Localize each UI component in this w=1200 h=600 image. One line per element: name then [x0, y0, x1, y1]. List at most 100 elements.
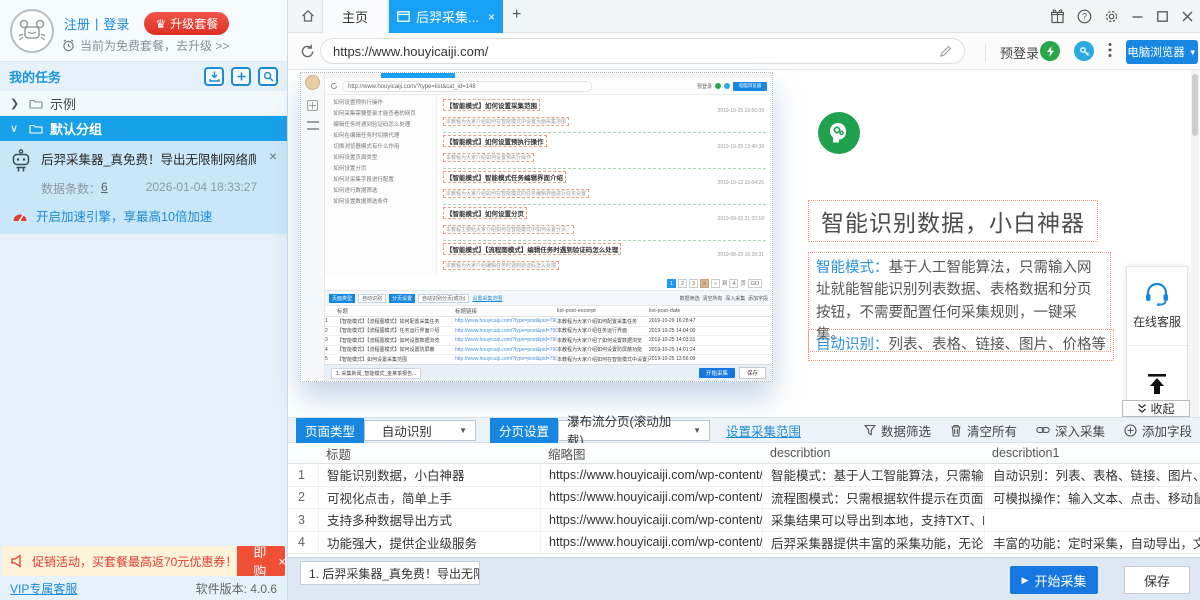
preview-save-button[interactable]: 保存	[739, 367, 766, 379]
close-window-icon[interactable]	[1181, 10, 1194, 23]
table-row[interactable]: 4 功能强大，提供企业级服务 https://www.houyicaiji.co…	[288, 532, 1200, 555]
chevron-right-icon[interactable]: ❯	[10, 97, 22, 110]
range-link[interactable]: 设置采集范围	[472, 295, 502, 302]
help-icon[interactable]: ?	[1077, 9, 1092, 24]
cell-description1[interactable]: 丰富的功能：定时采集，自动导出，文件下载...	[984, 532, 1200, 554]
maximize-icon[interactable]	[1156, 10, 1169, 23]
cell-description1[interactable]: 可模拟操作：输入文本、点击、移动鼠标、下...	[984, 487, 1200, 509]
table-row[interactable]: 1 智能识别数据，小白神器 https://www.houyicaiji.com…	[288, 464, 1200, 487]
article-title[interactable]: 【智能模式】智能模式任务编辑界面介绍	[443, 171, 566, 183]
table-row[interactable]: 2 可视化点击，简单上手 https://www.houyicaiji.com/…	[288, 487, 1200, 510]
menu-item[interactable]: 如何设置页面类型	[330, 155, 431, 163]
webpage-preview-screenshot[interactable]: http://www.houyicaiji.com/?type=list&cat…	[300, 72, 773, 382]
plan-notice[interactable]: 当前为免费套餐，去升级 >>	[62, 37, 229, 54]
cell-description[interactable]: 流程图模式：只需根据软件提示在页面中进行...	[762, 487, 984, 509]
data-filter-button[interactable]: 数据筛选	[864, 421, 931, 440]
set-range-link[interactable]: 设置采集范围	[726, 421, 801, 440]
task-tab[interactable]: 1. 后羿采集器_真免费！导出无限...	[300, 561, 480, 585]
tab-close-icon[interactable]: ×	[488, 10, 495, 24]
article-item[interactable]: 【智能模式】如何设置预执行操作 本教程为大家介绍如何设置预执行操作 2019-1…	[443, 133, 766, 169]
new-task-button[interactable]	[231, 67, 251, 86]
cell-thumb[interactable]: https://www.houyicaiji.com/wp-content/th…	[540, 532, 762, 554]
task-card[interactable]: 后羿采集器_真免费！导出无限制网络爬虫... × 数据条数： 6 2026-01…	[0, 141, 287, 234]
group-row-default[interactable]: ∨ 默认分组	[0, 116, 287, 141]
minimize-icon[interactable]	[1131, 10, 1144, 23]
column-header-thumb[interactable]: 缩略图	[540, 443, 762, 463]
chevron-down-icon[interactable]: ∨	[10, 122, 22, 135]
vip-support-link[interactable]: VIP专属客服	[10, 580, 77, 597]
start-collect-button[interactable]: ▶ 开始采集	[1010, 566, 1098, 594]
edit-url-icon[interactable]	[939, 45, 952, 58]
cell-thumb[interactable]: https://www.houyicaiji.com/wp-content/th…	[540, 487, 762, 509]
promo-buy-button[interactable]: 立即购买 ×	[237, 546, 285, 576]
settings-gear-icon[interactable]	[1104, 9, 1119, 24]
clear-all-button[interactable]: 清空所有	[950, 421, 1017, 440]
article-item[interactable]: 【智能模式】智能模式任务编辑界面介绍 本教程为大家介绍如何在智能模式的任务编辑界…	[443, 169, 766, 205]
page-button[interactable]: 3	[689, 279, 698, 288]
register-link[interactable]: 注册	[64, 14, 90, 33]
prelogin-button[interactable]: 预登录	[985, 43, 1039, 62]
table-row[interactable]: 3【智能模式】【流程图模式】如何设置数据浏览http://www.houyica…	[325, 336, 772, 346]
menu-item[interactable]: 如何进行数据筛选	[330, 188, 431, 196]
table-row[interactable]: 4【智能模式】【流程图模式】如何设置防屏蔽http://www.houyicai…	[325, 346, 772, 356]
menu-item[interactable]: 编辑任务时遇到验证码怎么处理	[330, 122, 431, 130]
column-header-description1[interactable]: describtion1	[984, 443, 1200, 463]
preview-actions[interactable]: 数据筛选 清空所有 深入采集 添加字段	[680, 295, 768, 302]
preview-start-button[interactable]: 开始采集	[699, 368, 735, 378]
scrollbar-thumb[interactable]	[1192, 74, 1198, 136]
cell-title[interactable]: 智能识别数据，小白神器	[318, 464, 540, 486]
url-text[interactable]: https://www.houyicaiji.com/	[333, 44, 488, 59]
data-count-value[interactable]: 6	[101, 180, 108, 197]
table-row[interactable]: 3 支持多种数据导出方式 https://www.houyicaiji.com/…	[288, 509, 1200, 532]
article-title[interactable]: 【智能模式】如何设置采集范围	[443, 99, 540, 111]
cell-title[interactable]: 可视化点击，简单上手	[318, 487, 540, 509]
column-header-title[interactable]: 标题	[318, 443, 540, 463]
online-service-button[interactable]: 在线客服	[1127, 267, 1187, 345]
paging-select[interactable]: 自动识别分页(成功)	[418, 294, 469, 303]
cell-description1[interactable]	[984, 509, 1200, 531]
menu-item[interactable]: 如何设置数据筛选条件	[330, 199, 431, 207]
import-task-button[interactable]	[204, 67, 224, 86]
boost-row[interactable]: 开启加速引擎，享最高10倍加速	[12, 206, 277, 225]
upgrade-badge[interactable]: ♛升级套餐	[144, 12, 229, 35]
cell-description[interactable]: 采集结果可以导出到本地，支持TXT、EXCEL...	[762, 509, 984, 531]
page-type-select[interactable]: 自动识别	[358, 294, 386, 303]
article-title[interactable]: 【智能模式】【流程图模式】编辑任务时遇到验证码怎么处理	[443, 243, 621, 255]
column-header-description[interactable]: describtion	[762, 443, 984, 463]
menu-item[interactable]: 如何对采集字段进行配置	[330, 177, 431, 185]
page-button[interactable]: 2	[678, 279, 687, 288]
new-tab-button[interactable]: +	[512, 6, 521, 24]
goto-page-input[interactable]: 4	[729, 279, 738, 288]
tab-active[interactable]: 后羿采集... ×	[389, 0, 503, 33]
table-row[interactable]: 2【智能模式】【流程图模式】任务运行界面介绍http://www.houyica…	[325, 327, 772, 337]
article-item[interactable]: 【智能模式】如何设置采集范围 本教程为大家介绍如何在智能模式中设置页面采集范围 …	[443, 97, 766, 133]
cell-description[interactable]: 后羿采集器提供丰富的采集功能，无论是采集...	[762, 532, 984, 554]
accelerate-icon[interactable]	[1040, 41, 1060, 61]
cell-title[interactable]: 功能强大，提供企业级服务	[318, 532, 540, 554]
collapse-button[interactable]: 收起	[1122, 400, 1190, 417]
browser-mode-button[interactable]: 电脑浏览器 ▼	[1126, 40, 1198, 64]
save-button[interactable]: 保存	[1124, 566, 1190, 594]
page-next-button[interactable]: >	[700, 279, 709, 288]
paging-select[interactable]: 瀑布流分页(滚动加载) ▼	[558, 420, 710, 441]
cell-description[interactable]: 智能模式：基于人工智能算法，只需输入网址...	[762, 464, 984, 486]
cell-title[interactable]: 支持多种数据导出方式	[318, 509, 540, 531]
page-button[interactable]: 1	[667, 279, 676, 288]
cell-description1[interactable]: 自动识别：列表、表格、链接、图片、价格等	[984, 464, 1200, 486]
go-button[interactable]: GO	[748, 279, 762, 288]
vertical-scrollbar[interactable]	[1191, 70, 1199, 417]
home-icon[interactable]	[300, 8, 316, 24]
cell-thumb[interactable]: https://www.houyicaiji.com/wp-content/th…	[540, 509, 762, 531]
deep-collect-button[interactable]: 深入采集	[1036, 421, 1105, 440]
url-bar[interactable]: https://www.houyicaiji.com/	[320, 38, 965, 64]
add-field-button[interactable]: 添加字段	[1124, 421, 1192, 440]
menu-item[interactable]: 如何采集需要登录才能查看的网页	[330, 111, 431, 119]
proxy-key-icon[interactable]	[1074, 41, 1094, 61]
login-link[interactable]: 登录	[103, 14, 129, 33]
group-row-example[interactable]: ❯ 示例	[0, 91, 287, 116]
task-close-icon[interactable]: ×	[269, 149, 277, 163]
menu-item[interactable]: 切换浏览器模式有什么作用	[330, 144, 431, 152]
menu-item[interactable]: 如何在编辑任务时切换代理	[330, 133, 431, 141]
cell-thumb[interactable]: https://www.houyicaiji.com/wp-content/th…	[540, 464, 762, 486]
article-item[interactable]: 【智能模式】【流程图模式】编辑任务时遇到验证码怎么处理 本教程为大家介绍编辑任务…	[443, 241, 766, 276]
